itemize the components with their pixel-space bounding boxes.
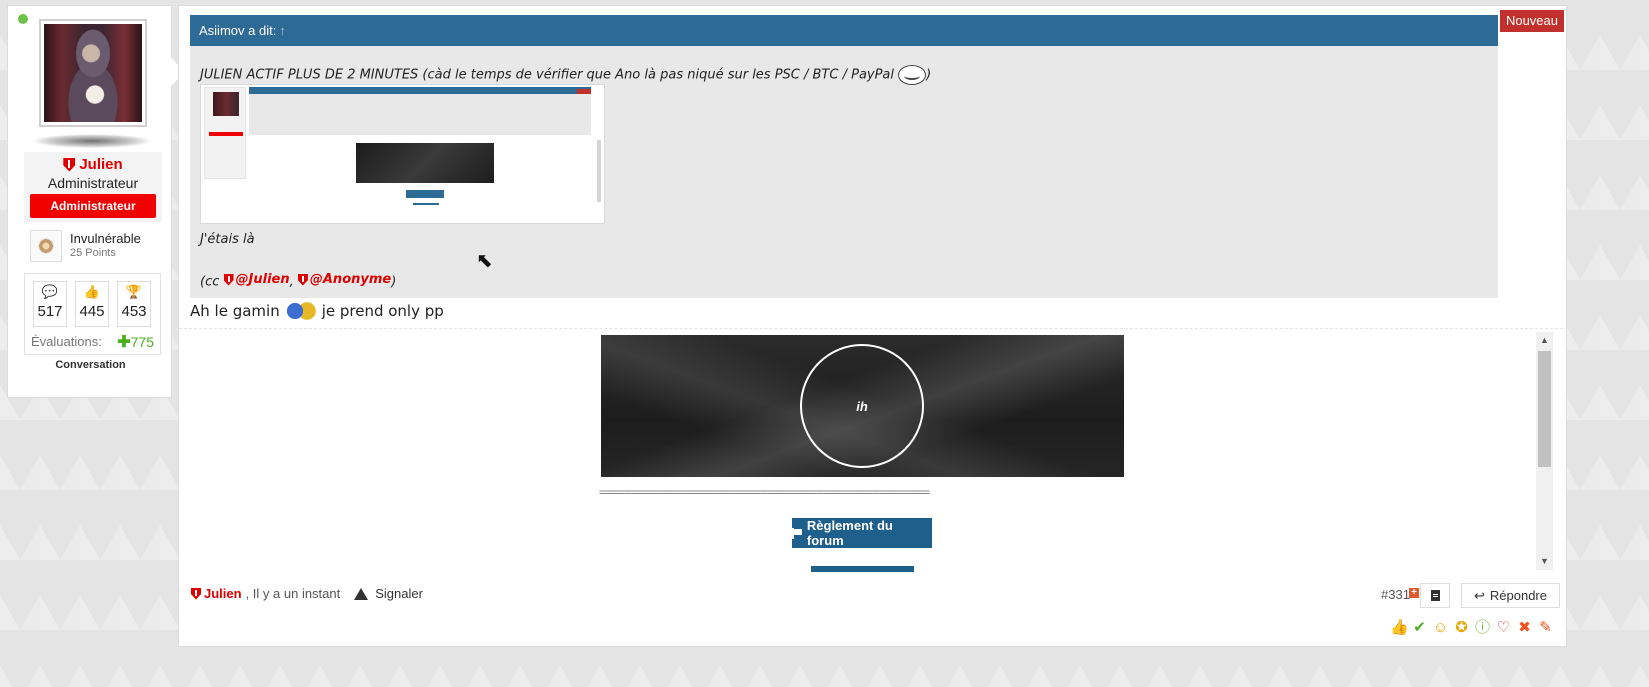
warning-icon <box>354 587 369 600</box>
info-reaction-icon[interactable]: ⓘ <box>1474 619 1491 636</box>
avatar[interactable] <box>39 19 147 127</box>
admin-shield-icon <box>223 273 234 286</box>
quote-header[interactable]: Asiimov a dit: ↑ <box>190 15 1498 46</box>
post-message: Ah le gamin je prend only pp <box>190 302 444 320</box>
signature-logo: ih <box>800 344 924 468</box>
comments-icon: 💬 <box>41 284 59 299</box>
mouse-cursor-icon: ⬉ <box>476 250 493 272</box>
admin-shield-icon <box>191 587 201 600</box>
reply-label: Répondre <box>1489 588 1547 603</box>
author-name: Julien <box>204 586 242 601</box>
mention-text: @Julien <box>235 272 290 287</box>
disagree-reaction-icon[interactable]: ✖ <box>1516 619 1533 636</box>
quote-author: Asiimov a dit: <box>199 23 277 38</box>
quote-text: JULIEN ACTIF PLUS DE 2 MINUTES (càd le t… <box>200 67 895 83</box>
scroll-down-icon[interactable]: ▼ <box>1536 553 1553 570</box>
user-rank: Invulnérable 25 Points <box>30 230 165 264</box>
logo-text: ih <box>856 398 868 414</box>
message-text-start: Ah le gamin <box>190 302 280 320</box>
quote-block: Asiimov a dit: ↑ JULIEN ACTIF PLUS DE 2 M… <box>190 15 1498 298</box>
evaluations-value: ✚775 <box>117 332 154 352</box>
signature-bar <box>811 566 914 572</box>
avatar-image <box>44 24 142 122</box>
evaluations-label: Évaluations: <box>31 334 102 349</box>
mention-julien[interactable]: @Julien <box>223 272 290 287</box>
admin-badge: Administrateur <box>30 194 156 218</box>
flag-icon <box>792 527 802 539</box>
plus-icon: ✚ <box>117 334 131 351</box>
funny-reaction-icon[interactable]: ☺ <box>1432 619 1449 636</box>
document-icon <box>1430 590 1440 601</box>
evaluations-number: 775 <box>130 334 154 350</box>
cc-open: (cc <box>200 274 220 290</box>
post-footer-info: Julien , Il y a un instant Signaler <box>191 586 423 601</box>
signature: ih =====================================… <box>179 329 1553 574</box>
stat-trophies: 🏆 453 <box>117 281 151 327</box>
admin-shield-icon <box>63 157 76 172</box>
username-link[interactable]: Julien <box>24 156 162 173</box>
stat-value: 445 <box>79 303 105 320</box>
winner-reaction-icon[interactable]: ✪ <box>1453 619 1470 636</box>
emoji-icon <box>285 302 316 320</box>
report-link[interactable]: Signaler <box>375 586 423 601</box>
avatar-shadow <box>33 134 151 148</box>
reply-button[interactable]: ↩ Répondre <box>1461 583 1560 608</box>
multiquote-plus-icon[interactable]: + <box>1409 588 1419 598</box>
signature-separator: ========================================… <box>599 485 930 499</box>
stat-messages: 💬 517 <box>33 281 67 327</box>
post-time[interactable]: , Il y a un instant <box>246 586 341 601</box>
signature-scrollbar[interactable]: ▲ ▼ <box>1536 332 1553 570</box>
conversation-link[interactable]: Conversation <box>8 359 173 371</box>
trophy-icon: 🏆 <box>125 284 143 299</box>
stat-value: 517 <box>37 303 63 320</box>
scroll-up-icon[interactable]: ▲ <box>1536 332 1553 349</box>
mention-anonyme[interactable]: @Anonyme <box>297 272 392 287</box>
quote-text-etais: J'étais là <box>200 232 255 247</box>
thumbs-up-icon: 👍 <box>83 284 101 299</box>
quote-text-line: JULIEN ACTIF PLUS DE 2 MINUTES (càd le t… <box>200 65 931 85</box>
rank-title: Invulnérable <box>70 231 141 246</box>
signature-banner-image: ih <box>601 335 1124 477</box>
rank-points: 25 Points <box>70 247 116 259</box>
troll-face-icon <box>898 65 927 85</box>
forum-rules-label: Règlement du forum <box>806 518 893 548</box>
post-body: Nouveau Asiimov a dit: ↑ JULIEN ACTIF PLU… <box>178 5 1568 647</box>
post-author-link[interactable]: Julien <box>191 586 242 601</box>
admin-shield-icon <box>297 273 308 286</box>
post-number[interactable]: #331 <box>1381 587 1410 602</box>
username-text: Julien <box>79 156 123 173</box>
reaction-bar: 👍 ✔ ☺ ✪ ⓘ ♡ ✖ ✎ <box>1390 619 1554 636</box>
agree-reaction-icon[interactable]: ✔ <box>1411 619 1428 636</box>
user-title: Administrateur <box>47 175 139 191</box>
new-badge: Nouveau <box>1499 10 1564 32</box>
quote-mentions: (cc @Julien, @Anonyme) <box>200 272 396 290</box>
user-stats: 💬 517 👍 445 🏆 453 Évaluations: ✚775 <box>24 273 161 355</box>
reply-arrow-icon: ↩ <box>1473 587 1485 603</box>
scrollbar-thumb[interactable] <box>1538 351 1551 467</box>
quote-text-end: ) <box>926 67 932 83</box>
stat-value: 453 <box>121 303 147 320</box>
edit-reaction-icon[interactable]: ✎ <box>1537 619 1554 636</box>
bookmark-button[interactable] <box>1420 583 1450 608</box>
like-reaction-icon[interactable]: 👍 <box>1390 619 1409 636</box>
message-text-end: je prend only pp <box>321 302 444 320</box>
cc-close: ) <box>391 274 397 290</box>
stat-likes: 👍 445 <box>75 281 109 327</box>
love-reaction-icon[interactable]: ♡ <box>1495 619 1512 636</box>
mention-separator: , <box>289 274 294 290</box>
online-indicator <box>18 14 28 24</box>
quoted-screenshot-image[interactable] <box>200 84 605 224</box>
go-to-quote-icon[interactable]: ↑ <box>279 23 286 38</box>
forum-rules-button[interactable]: Règlement du forum <box>792 518 932 548</box>
mention-text: @Anonyme <box>309 272 392 287</box>
user-card: Julien Administrateur Administrateur Inv… <box>7 5 172 398</box>
rank-globe-icon <box>30 230 62 262</box>
